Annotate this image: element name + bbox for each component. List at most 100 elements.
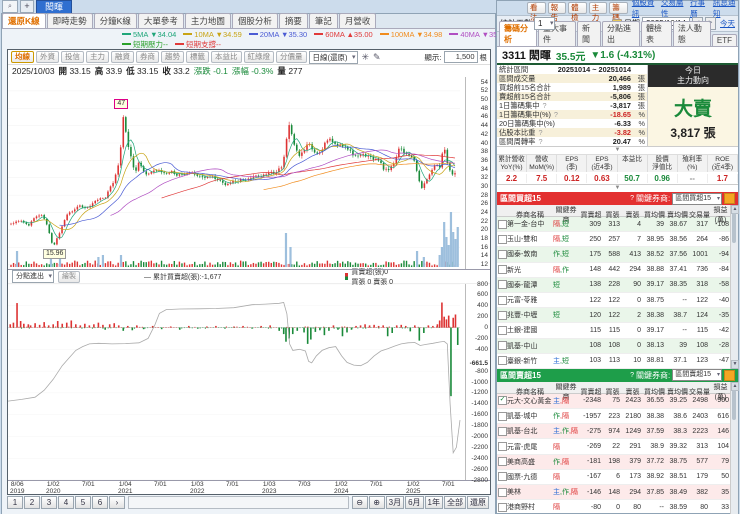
panel-tab-分點進出[interactable]: 分點進出 [601,21,640,46]
chart-toolbar-button-投信[interactable]: 投信 [61,51,84,63]
row-checkbox[interactable] [498,356,507,366]
sell-table-row[interactable]: 美商高盛 作,隔 -181 198 379 37.72 38.75 577 79 [497,454,738,470]
chart-tab-大單參考[interactable]: 大單參考 [137,13,184,28]
row-checkbox[interactable] [498,487,507,497]
chart-toolbar-button-紅綠燈[interactable]: 紅綠燈 [243,51,274,63]
pager-button-1[interactable]: 1 [7,495,23,509]
scrollbar-track[interactable] [128,495,349,509]
stat-days-select[interactable]: 1 [534,17,556,30]
buy-table-row[interactable]: 國泰-敦南 作,短 175 588 413 38.52 37.56 1001 -94 [497,247,738,263]
chart-tab-還原K線[interactable]: 還原K線 [2,13,46,28]
panel-tab-新聞[interactable]: 新聞 [576,21,601,46]
row-checkbox[interactable] [498,280,507,290]
chart-tab-月營收[interactable]: 月營收 [338,13,377,28]
sell-table-row[interactable]: 港商野村 隔 -80 0 80 -- 38.59 80 33 [497,500,738,514]
sell-table-row[interactable]: 美林 主,作,隔 -146 148 294 37.85 38.49 382 35 [497,485,738,501]
scroll-thumb[interactable] [732,213,736,243]
row-checkbox[interactable] [498,457,507,467]
chart-tab-分鐘K線[interactable]: 分鐘K線 [93,13,137,28]
row-checkbox[interactable] [498,411,507,421]
chart-toolbar-button-融資[interactable]: 融資 [111,51,134,63]
chart-toolbar-button-主力[interactable]: 主力 [86,51,109,63]
pane2-indicator-select[interactable]: 分點進出 [12,270,54,283]
row-checkbox[interactable] [498,472,507,482]
help-icon[interactable]: ? [538,128,542,137]
today-link[interactable]: 今天 [720,18,735,29]
pencil-icon[interactable]: ✎ [373,52,381,63]
chart-tab-即時走勢[interactable]: 即時走勢 [46,13,93,28]
chart-toolbar-button-券商[interactable]: 券商 [136,51,159,63]
panel-button-體檢[interactable]: 體檢 [568,2,587,22]
panel-tab-體檢表[interactable]: 體檢表 [640,21,672,46]
gear-icon[interactable]: ✳ [362,52,370,63]
row-checkbox[interactable]: ✓ [498,396,507,406]
scroll-thumb[interactable] [732,389,736,420]
buy-table-row[interactable]: 新光 隔,作 148 442 294 38.88 37.41 736 -84 [497,263,738,278]
row-checkbox[interactable] [498,234,507,244]
chart-toolbar-button-本益比[interactable]: 本益比 [211,51,242,63]
pager-button-6[interactable]: 6 [92,495,108,509]
chart-toolbar-button-外資[interactable]: 外資 [36,51,59,63]
help-icon-2[interactable]: ? [630,372,634,379]
help-icon[interactable]: ? [630,195,634,202]
chart-toolbar-button-分價量[interactable]: 分價量 [276,51,307,63]
sell-table-row[interactable]: 國票-九德 隔 -167 6 173 38.92 38.51 179 50 [497,470,738,485]
range-button-6月[interactable]: 6月 [405,495,424,509]
panel-button-主力[interactable]: 主力 [588,2,608,22]
sell-table-row[interactable]: 元富-虎尾 隔 -269 22 291 38.9 39.32 313 104 [497,439,738,455]
sell-table-row[interactable]: 凱基-城中 作,隔 -1957 223 2180 38.38 38.6 2403 616 [497,409,738,425]
row-checkbox[interactable] [498,442,507,452]
row-checkbox[interactable] [498,325,507,335]
range-button-全部[interactable]: 全部 [444,495,466,509]
candlestick-chart[interactable]: 54 52 50 48 46 44 42 40 38 36 34 32 30 28 26 24 22 20 18 16… [8,77,490,270]
panel-button-籌碼[interactable]: 籌碼 [609,2,628,22]
buy-table-row[interactable]: 玉山-雙和 隔,短 250 257 7 38.95 38.56 264 -86 [497,232,738,248]
pager-button-3[interactable]: 3 [41,495,57,509]
add-tab-button[interactable]: + [20,0,34,13]
pager-button-2[interactable]: 2 [24,495,40,509]
chart-tab-摘要[interactable]: 摘要 [278,13,308,28]
row-checkbox[interactable] [498,310,507,320]
row-checkbox[interactable] [498,265,507,275]
chart-tab-個股分析[interactable]: 個股分析 [231,13,278,28]
panel-tab-法人動態[interactable]: 法人動態 [672,21,711,46]
period-select[interactable]: 日線(還原) [308,50,358,64]
zoom-in-button[interactable]: ⊕ [368,495,385,509]
pane2-draw-button[interactable]: 繪製 [58,270,80,283]
broker-flow-chart[interactable]: 800 600 400 200 0 -200 -400 -800 -1000 -1200 -1400… [8,281,490,484]
panel-tab-籌碼分析[interactable]: 籌碼分析 [499,21,537,46]
buy-filter-select[interactable]: 區間買超15 [672,192,722,205]
table-scrollbar[interactable]: ▲▼ [730,205,739,369]
display-count-input[interactable]: 1,500 [443,51,478,63]
pager-button-4[interactable]: 4 [58,495,74,509]
row-checkbox[interactable] [498,219,507,229]
buy-table-row[interactable]: 土銀-建國 115 115 0 39.17 -- 115 -42 [497,323,738,339]
buy-table-row[interactable]: 凱基-中山 108 108 0 38.13 39 108 -28 [497,338,738,354]
panel-button-報告[interactable]: 報告 [547,2,567,22]
panel-button-看法[interactable]: 看法 [527,2,546,22]
search-icon[interactable]: ⌕ [2,0,18,13]
row-checkbox[interactable] [498,502,507,512]
chart-toolbar-button-均線[interactable]: 均線 [11,51,34,63]
range-button-還原[interactable]: 還原 [467,495,489,509]
sell-filter-select[interactable]: 區間賣超15 [672,369,722,382]
pager-button-5[interactable]: 5 [75,495,91,509]
sell-table-row[interactable]: 凱基-台北 主,作,隔 -275 974 1249 37.59 38.3 2223 146 [497,424,738,440]
row-checkbox[interactable] [498,426,507,436]
row-checkbox[interactable] [498,341,507,351]
collapse-arrow[interactable]: ▼ [497,147,738,154]
panel-tab-ETF[interactable]: ETF [711,34,738,46]
buy-table-row[interactable]: 元富-苓雅 122 122 0 38.75 -- 122 -40 [497,293,738,309]
buy-table-row[interactable]: 國泰-龍潭 短 138 228 90 39.17 38.35 318 -58 [497,277,738,293]
buy-table-row[interactable]: 兆豐-中壢 短 120 122 2 38.38 38.7 124 -35 [497,308,738,324]
scroll-down-icon[interactable]: ▼ [731,360,739,369]
range-button-1年[interactable]: 1年 [424,495,443,509]
chart-tab-主力地圖[interactable]: 主力地圖 [184,13,231,28]
row-checkbox[interactable] [498,295,507,305]
collapse-arrow-2[interactable]: ▼ [497,185,738,192]
buy-table-row[interactable]: 臺銀-新竹 主,短 103 113 10 38.81 37.1 123 -47 [497,354,738,369]
chart-toolbar-button-標籤[interactable]: 標籤 [186,51,209,63]
window-tab-stock[interactable]: 閎暉 [36,0,73,14]
table-scrollbar[interactable]: ▲▼ [730,381,739,514]
zoom-out-button[interactable]: ⊖ [351,495,368,509]
